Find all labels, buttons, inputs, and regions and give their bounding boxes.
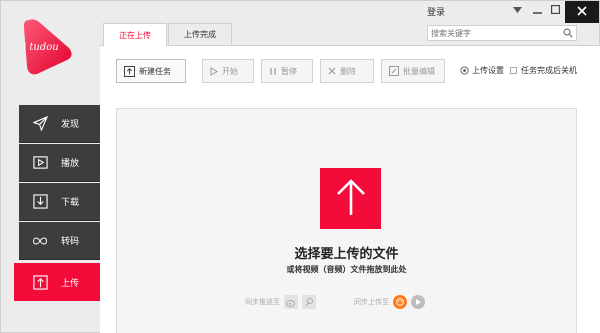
sidebar-item-discover[interactable]: 发现	[19, 105, 100, 143]
download-icon	[32, 194, 48, 210]
arrow-up-icon	[334, 177, 368, 220]
sync-upload-group: 同步上传至	[354, 295, 425, 309]
sidebar-item-play[interactable]: 播放	[19, 144, 100, 182]
close-icon	[577, 5, 587, 19]
delete-x-icon	[328, 67, 336, 75]
send-icon	[32, 116, 48, 132]
checkbox[interactable]	[510, 67, 517, 74]
tudou-logo: i tudou	[21, 16, 75, 80]
drop-zone-title: 选择要上传的文件	[294, 247, 399, 262]
dropdown-menu-button[interactable]	[509, 1, 525, 21]
upload-panel: 新建任务 开始 暂停 删除 批量编辑 上传设置 任务完成后关机 选择要上传的文件…	[100, 45, 600, 333]
pause-button[interactable]: 暂停	[261, 59, 313, 83]
upload-icon	[124, 65, 135, 77]
upload-icon	[32, 274, 48, 290]
sync-push-label: 同步推送至	[245, 298, 280, 306]
drop-zone[interactable]: 选择要上传的文件 或将视频（音频）文件拖放到此处 同步推送至 同步上传至	[116, 108, 577, 333]
batch-edit-label: 批量编辑	[403, 66, 435, 76]
drop-zone-subtitle: 或将视频（音频）文件拖放到此处	[286, 265, 407, 274]
triangle-down-icon	[512, 6, 522, 16]
tencent-weibo-icon[interactable]	[302, 295, 316, 309]
video-play-icon[interactable]	[411, 295, 425, 309]
minimize-icon	[532, 5, 542, 17]
sidebar-item-upload[interactable]: 上传	[14, 263, 105, 301]
logo-text: i tudou	[23, 42, 59, 53]
sync-upload-label: 同步上传至	[354, 298, 389, 306]
sidebar-item-label: 发现	[61, 120, 80, 130]
edit-icon	[389, 66, 399, 76]
maximize-button[interactable]	[547, 1, 563, 21]
tudou-bean-icon[interactable]	[393, 295, 407, 309]
delete-label: 删除	[340, 66, 356, 76]
sidebar-item-label: 上传	[61, 278, 80, 289]
sync-push-group: 同步推送至	[245, 295, 316, 309]
upload-settings-button[interactable]: 上传设置	[460, 65, 504, 76]
select-file-button[interactable]	[320, 168, 381, 229]
close-button[interactable]	[565, 1, 599, 23]
minimize-button[interactable]	[529, 1, 545, 21]
app-window: i tudou 发现 播放 下载 转码 上传 登录 搜索关键字 正在上传 上传完…	[0, 0, 600, 333]
pause-label: 暂停	[281, 66, 297, 76]
sidebar-item-transcode[interactable]: 转码	[19, 222, 100, 260]
search-input[interactable]	[428, 26, 558, 40]
tab-upload-complete[interactable]: 上传完成	[168, 23, 232, 45]
sidebar-item-download[interactable]: 下载	[19, 183, 100, 221]
play-icon	[210, 66, 218, 76]
shutdown-checkbox[interactable]: 任务完成后关机	[510, 65, 577, 76]
shutdown-label: 任务完成后关机	[521, 66, 577, 75]
start-button[interactable]: 开始	[202, 59, 254, 83]
sidebar: i tudou 发现 播放 下载 转码 上传	[1, 1, 105, 333]
search-box	[427, 25, 577, 41]
settings-icon	[460, 66, 469, 75]
login-link[interactable]: 登录	[427, 5, 445, 18]
infinity-icon	[32, 233, 48, 249]
new-task-button[interactable]: 新建任务	[116, 59, 186, 83]
sidebar-item-label: 转码	[61, 237, 80, 247]
maximize-icon	[550, 4, 560, 17]
search-icon[interactable]	[563, 28, 573, 41]
start-label: 开始	[222, 66, 238, 76]
weibo-icon[interactable]	[284, 295, 298, 309]
tab-uploading[interactable]: 正在上传	[103, 23, 167, 46]
play-icon	[32, 155, 48, 171]
new-task-label: 新建任务	[139, 66, 171, 76]
upload-settings-label: 上传设置	[472, 66, 504, 75]
sidebar-item-label: 下载	[61, 198, 80, 208]
delete-button[interactable]: 删除	[320, 59, 374, 83]
pause-icon	[269, 67, 277, 76]
batch-edit-button[interactable]: 批量编辑	[381, 59, 445, 83]
sidebar-item-label: 播放	[61, 159, 80, 169]
